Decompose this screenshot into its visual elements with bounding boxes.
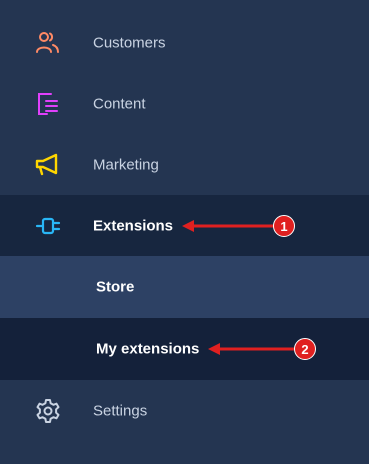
content-icon [33, 89, 63, 119]
sidebar-subitem-label: My extensions [96, 340, 200, 358]
sidebar-item-customers[interactable]: Customers [0, 12, 369, 73]
gear-icon [33, 396, 63, 426]
annotation-arrow-2 [208, 343, 294, 355]
annotation-badge-2: 2 [294, 338, 316, 360]
sidebar-subitem-label: Store [96, 278, 135, 296]
annotation-badge-1: 1 [273, 215, 295, 237]
sidebar-item-marketing[interactable]: Marketing [0, 134, 369, 195]
sidebar-item-content[interactable]: Content [0, 73, 369, 134]
megaphone-icon [33, 150, 63, 180]
users-icon [33, 28, 63, 58]
plug-icon [33, 211, 63, 241]
sidebar-subitem-store[interactable]: Store [0, 256, 369, 318]
sidebar-item-label: Extensions [93, 217, 174, 234]
sidebar-item-label: Settings [93, 402, 148, 419]
sidebar-item-label: Content [93, 95, 146, 112]
sidebar-item-settings[interactable]: Settings [0, 380, 369, 441]
sidebar-item-label: Customers [93, 34, 166, 51]
sidebar-item-label: Marketing [93, 156, 159, 173]
annotation-arrow-1 [182, 220, 276, 232]
